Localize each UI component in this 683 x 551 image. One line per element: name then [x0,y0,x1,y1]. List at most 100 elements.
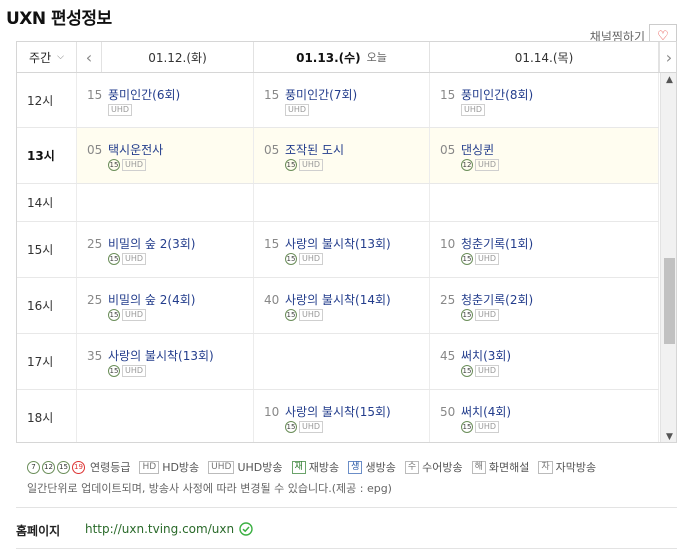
program-badges: 15 UHD [108,253,147,265]
schedule-cell[interactable]: 25 청춘기록(2회) 15 UHD [430,278,659,333]
program-minute: 35 [87,349,103,363]
program-minute: 05 [264,143,280,157]
schedule-cell[interactable]: 15 풍미인간(7회) UHD [254,73,430,127]
program-badges: 15 UHD [108,309,147,321]
program-title[interactable]: 사랑의 불시착(13회) [285,237,391,251]
program-title[interactable]: 택시운전사 [108,143,163,157]
week-select[interactable]: 주간 ⌵ [17,42,77,72]
day-date: 01.13.(수) [296,50,361,65]
day-header[interactable]: 01.12.(화) [102,42,254,72]
program-item[interactable]: 25 비밀의 숲 2(4회) [87,289,195,308]
program-minute: 45 [440,349,456,363]
age-rating-badge: 15 [285,159,297,171]
schedule-row: 17시 35 사랑의 불시착(13회) 15 UHD 45 써치(3회) 15 UHD [17,334,659,390]
program-title[interactable]: 비밀의 숲 2(4회) [108,293,195,307]
legend-mark: 수 [404,460,420,474]
uhd-badge: UHD [475,309,500,321]
program-badges: 12 UHD [461,159,500,171]
program-item[interactable]: 15 풍미인간(8회) [440,84,533,103]
program-title[interactable]: 풍미인간(6회) [108,88,180,102]
vertical-scrollbar[interactable]: ▲ ▼ [660,73,676,442]
age-rating-badge: 15 [57,460,70,474]
program-title[interactable]: 써치(3회) [461,349,511,363]
uhd-badge: UHD [122,309,147,321]
scroll-down-icon[interactable]: ▼ [661,432,676,442]
schedule-cell [254,184,430,221]
day-header[interactable]: 01.14.(목) [430,42,659,72]
schedule-cell [77,184,254,221]
schedule-cell[interactable]: 40 사랑의 불시착(14회) 15 UHD [254,278,430,333]
uhd-badge: UHD [475,421,500,433]
age-rating-badge: 15 [285,253,297,265]
program-title[interactable]: 조작된 도시 [285,143,344,157]
program-item[interactable]: 25 청춘기록(2회) [440,289,533,308]
program-minute: 25 [87,237,103,251]
program-item[interactable]: 10 사랑의 불시착(15회) [264,401,391,420]
age-rating-badge: 15 [461,365,473,377]
homepage-label: 홈페이지 [16,524,61,538]
program-title[interactable]: 청춘기록(1회) [461,237,533,251]
schedule-cell[interactable]: 05 댄싱퀸 12 UHD [430,128,659,183]
scrollbar-thumb[interactable] [664,258,675,344]
program-item[interactable]: 05 댄싱퀸 [440,139,494,158]
schedule-cell[interactable]: 10 청춘기록(1회) 15 UHD [430,222,659,277]
uhd-badge: UHD [122,253,147,265]
age-rating-badge: 19 [72,460,85,474]
schedule-cell[interactable]: 15 사랑의 불시착(13회) 15 UHD [254,222,430,277]
schedule-cell[interactable]: 15 풍미인간(6회) UHD [77,73,254,127]
program-title[interactable]: 사랑의 불시착(13회) [108,349,214,363]
schedule-cell[interactable]: 25 비밀의 숲 2(4회) 15 UHD [77,278,254,333]
page-title: UXN 편성정보 [6,9,112,29]
program-item[interactable]: 15 풍미인간(6회) [87,84,180,103]
program-badges: 15 UHD [461,421,500,433]
legend-mark: 해 [471,460,486,474]
program-badges: 15 UHD [461,309,500,321]
age-rating-badge: 15 [108,309,120,321]
program-minute: 15 [440,88,456,102]
schedule-cell[interactable]: 35 사랑의 불시착(13회) 15 UHD [77,334,254,389]
program-title[interactable]: 풍미인간(7회) [285,88,357,102]
chevron-left-icon[interactable]: ‹ [77,42,102,72]
program-title[interactable]: 풍미인간(8회) [461,88,533,102]
chevron-right-icon[interactable]: › [659,42,676,72]
program-item[interactable]: 40 사랑의 불시착(14회) [264,289,391,308]
age-rating-badge: 7 [27,460,40,474]
program-title[interactable]: 사랑의 불시착(15회) [285,405,391,419]
program-item[interactable]: 05 택시운전사 [87,139,163,158]
program-minute: 50 [440,405,456,419]
legend-mark: HD [139,460,160,474]
scroll-up-icon[interactable]: ▲ [661,75,676,85]
update-note: 일간단위로 업데이트되며, 방송사 사정에 따라 변경될 수 있습니다.(제공 … [27,482,392,495]
day-header[interactable]: 01.13.(수) 오늘 [254,42,430,72]
schedule-cell[interactable]: 25 비밀의 숲 2(3회) 15 UHD [77,222,254,277]
schedule-cell[interactable]: 10 사랑의 불시착(15회) 15 UHD [254,390,430,442]
hour-label: 14시 [17,184,77,221]
program-title[interactable]: 댄싱퀸 [461,143,494,157]
program-title[interactable]: 청춘기록(2회) [461,293,533,307]
program-item[interactable]: 05 조작된 도시 [264,139,344,158]
program-item[interactable]: 10 청춘기록(1회) [440,233,533,252]
schedule-row: 12시 15 풍미인간(6회) UHD 15 풍미인간(7회) UHD 15 풍미인간(8회) U… [17,73,659,128]
program-item[interactable]: 50 써치(4회) [440,401,511,420]
program-item[interactable]: 35 사랑의 불시착(13회) [87,345,214,364]
schedule-row: 16시 25 비밀의 숲 2(4회) 15 UHD 40 사랑의 불시착(14회) 15 UHD… [17,278,659,334]
program-item[interactable]: 45 써치(3회) [440,345,511,364]
program-title[interactable]: 비밀의 숲 2(3회) [108,237,195,251]
schedule-cell[interactable]: 05 택시운전사 15 UHD [77,128,254,183]
hour-label: 15시 [17,222,77,277]
program-badges: 15 UHD [285,421,324,433]
program-item[interactable]: 15 사랑의 불시착(13회) [264,233,391,252]
uhd-badge: UHD [108,104,133,116]
program-badges: UHD [108,104,133,116]
schedule-cell[interactable]: 50 써치(4회) 15 UHD [430,390,659,442]
program-item[interactable]: 25 비밀의 숲 2(3회) [87,233,195,252]
schedule-cell[interactable]: 05 조작된 도시 15 UHD [254,128,430,183]
program-badges: UHD [285,104,310,116]
schedule-cell[interactable]: 15 풍미인간(8회) UHD [430,73,659,127]
homepage-link[interactable]: http://uxn.tving.com/uxn [85,522,253,536]
program-title[interactable]: 써치(4회) [461,405,511,419]
program-title[interactable]: 사랑의 불시착(14회) [285,293,391,307]
homepage-url[interactable]: http://uxn.tving.com/uxn [85,522,234,536]
schedule-cell[interactable]: 45 써치(3회) 15 UHD [430,334,659,389]
program-item[interactable]: 15 풍미인간(7회) [264,84,357,103]
